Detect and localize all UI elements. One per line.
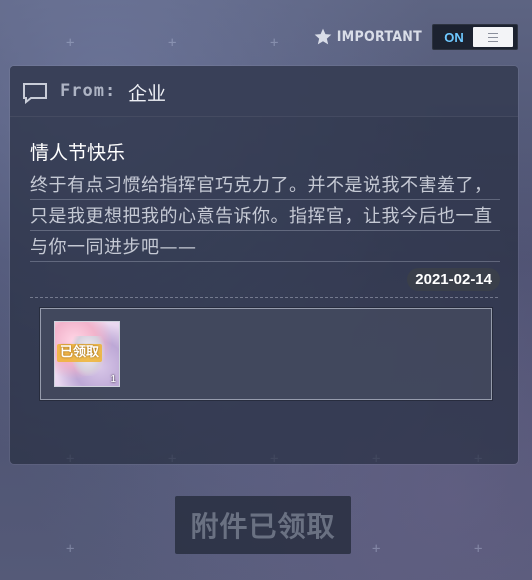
bg-plus: + (372, 541, 381, 557)
claimed-stamp: 已领取 (57, 344, 103, 362)
important-toggle[interactable]: ON (432, 24, 518, 50)
bg-plus: + (270, 35, 279, 51)
bg-plus: + (168, 35, 177, 51)
toggle-handle-icon (473, 27, 513, 47)
important-label: IMPORTANT (336, 29, 422, 45)
bg-plus: + (474, 541, 483, 557)
item-count: 1 (110, 374, 116, 385)
bg-plus: + (66, 35, 75, 51)
divider (30, 297, 498, 298)
important-filter: IMPORTANT (313, 27, 422, 47)
star-icon (313, 27, 333, 47)
claim-attachment-button[interactable]: 附件已领取 (175, 496, 351, 554)
from-label: From: (60, 81, 117, 101)
mail-body: 终于有点习惯给指挥官巧克力了。并不是说我不害羞了，只是我更想把我的心意告诉你。指… (30, 170, 500, 263)
mail-icon (22, 82, 48, 108)
bg-plus: + (66, 541, 75, 557)
mail-header: From: 企业 (10, 66, 518, 117)
mail-card: From: 企业 情人节快乐 终于有点习惯给指挥官巧克力了。并不是说我不害羞了，… (10, 66, 518, 464)
attachment-item[interactable]: 已领取 1 (54, 321, 120, 387)
toggle-state-label: ON (444, 29, 464, 45)
mail-date-badge: 2021-02-14 (407, 268, 500, 291)
mail-title: 情人节快乐 (30, 142, 126, 164)
top-bar: IMPORTANT ON (313, 24, 518, 50)
attachment-panel: 已领取 1 (40, 308, 492, 400)
sender-name: 企业 (128, 83, 167, 105)
